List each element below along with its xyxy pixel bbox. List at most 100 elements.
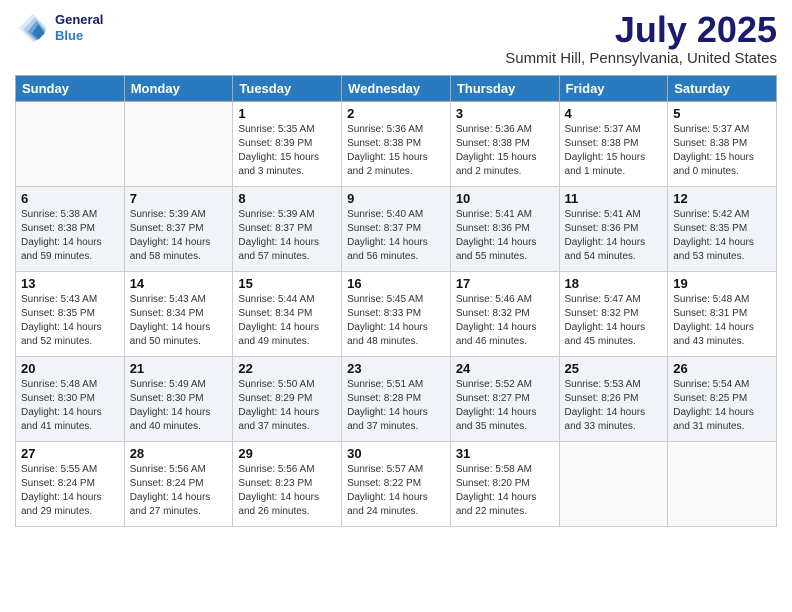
day-detail: Sunrise: 5:39 AMSunset: 8:37 PMDaylight:… (238, 208, 336, 264)
day-detail: Sunrise: 5:54 AMSunset: 8:25 PMDaylight:… (673, 378, 771, 434)
day-detail: Sunrise: 5:50 AMSunset: 8:29 PMDaylight:… (238, 378, 336, 434)
day-number: 10 (456, 191, 554, 206)
day-detail: Sunrise: 5:37 AMSunset: 8:38 PMDaylight:… (673, 123, 771, 179)
day-number: 15 (238, 276, 336, 291)
calendar-cell: 23 Sunrise: 5:51 AMSunset: 8:28 PMDayligh… (342, 356, 451, 441)
day-number: 23 (347, 361, 445, 376)
calendar-cell: 14 Sunrise: 5:43 AMSunset: 8:34 PMDayligh… (124, 271, 233, 356)
calendar-cell: 11 Sunrise: 5:41 AMSunset: 8:36 PMDayligh… (559, 186, 668, 271)
day-number: 22 (238, 361, 336, 376)
calendar-cell: 31 Sunrise: 5:58 AMSunset: 8:20 PMDayligh… (450, 441, 559, 526)
calendar-week-row: 1 Sunrise: 5:35 AMSunset: 8:39 PMDaylight… (16, 101, 777, 186)
day-number: 14 (130, 276, 228, 291)
day-number: 6 (21, 191, 119, 206)
calendar-cell: 4 Sunrise: 5:37 AMSunset: 8:38 PMDaylight… (559, 101, 668, 186)
logo-text: General Blue (55, 12, 103, 43)
day-detail: Sunrise: 5:35 AMSunset: 8:39 PMDaylight:… (238, 123, 336, 179)
day-number: 7 (130, 191, 228, 206)
calendar-cell: 24 Sunrise: 5:52 AMSunset: 8:27 PMDayligh… (450, 356, 559, 441)
day-number: 17 (456, 276, 554, 291)
day-number: 24 (456, 361, 554, 376)
calendar-header-wednesday: Wednesday (342, 75, 451, 101)
day-number: 26 (673, 361, 771, 376)
calendar-cell: 12 Sunrise: 5:42 AMSunset: 8:35 PMDayligh… (668, 186, 777, 271)
calendar-cell (668, 441, 777, 526)
calendar-cell (559, 441, 668, 526)
day-number: 8 (238, 191, 336, 206)
day-detail: Sunrise: 5:48 AMSunset: 8:31 PMDaylight:… (673, 293, 771, 349)
page-title: July 2025 (505, 10, 777, 50)
calendar-cell: 7 Sunrise: 5:39 AMSunset: 8:37 PMDaylight… (124, 186, 233, 271)
calendar-cell: 1 Sunrise: 5:35 AMSunset: 8:39 PMDaylight… (233, 101, 342, 186)
calendar-header-row: SundayMondayTuesdayWednesdayThursdayFrid… (16, 75, 777, 101)
calendar-cell: 18Sunrise: 5:47 AMSunset: 8:32 PMDayligh… (559, 271, 668, 356)
day-number: 12 (673, 191, 771, 206)
day-number: 18 (565, 276, 663, 291)
day-detail: Sunrise: 5:49 AMSunset: 8:30 PMDaylight:… (130, 378, 228, 434)
logo-line1: General (55, 12, 103, 28)
title-area: July 2025 Summit Hill, Pennsylvania, Uni… (505, 10, 777, 67)
page-subtitle: Summit Hill, Pennsylvania, United States (505, 50, 777, 67)
calendar-cell: 27Sunrise: 5:55 AMSunset: 8:24 PMDayligh… (16, 441, 125, 526)
day-detail: Sunrise: 5:53 AMSunset: 8:26 PMDaylight:… (565, 378, 663, 434)
day-number: 13 (21, 276, 119, 291)
day-detail: Sunrise: 5:45 AMSunset: 8:33 PMDaylight:… (347, 293, 445, 349)
day-detail: Sunrise: 5:41 AMSunset: 8:36 PMDaylight:… (456, 208, 554, 264)
calendar-header-sunday: Sunday (16, 75, 125, 101)
day-number: 27 (21, 446, 119, 461)
calendar-cell: 10 Sunrise: 5:41 AMSunset: 8:36 PMDayligh… (450, 186, 559, 271)
calendar-cell: 29Sunrise: 5:56 AMSunset: 8:23 PMDayligh… (233, 441, 342, 526)
calendar-header-friday: Friday (559, 75, 668, 101)
day-detail: Sunrise: 5:36 AMSunset: 8:38 PMDaylight:… (456, 123, 554, 179)
calendar-cell: 9 Sunrise: 5:40 AMSunset: 8:37 PMDaylight… (342, 186, 451, 271)
day-detail: Sunrise: 5:40 AMSunset: 8:37 PMDaylight:… (347, 208, 445, 264)
logo-line2: Blue (55, 28, 103, 44)
calendar-cell: 28Sunrise: 5:56 AMSunset: 8:24 PMDayligh… (124, 441, 233, 526)
day-detail: Sunrise: 5:52 AMSunset: 8:27 PMDaylight:… (456, 378, 554, 434)
day-detail: Sunrise: 5:43 AMSunset: 8:34 PMDaylight:… (130, 293, 228, 349)
day-number: 11 (565, 191, 663, 206)
calendar-week-row: 13 Sunrise: 5:43 AMSunset: 8:35 PMDayligh… (16, 271, 777, 356)
day-number: 2 (347, 106, 445, 121)
day-detail: Sunrise: 5:57 AMSunset: 8:22 PMDaylight:… (347, 463, 445, 519)
day-number: 16 (347, 276, 445, 291)
calendar-cell: 21 Sunrise: 5:49 AMSunset: 8:30 PMDayligh… (124, 356, 233, 441)
logo: General Blue (15, 10, 103, 46)
day-detail: Sunrise: 5:39 AMSunset: 8:37 PMDaylight:… (130, 208, 228, 264)
logo-icon (15, 10, 51, 46)
day-number: 20 (21, 361, 119, 376)
day-detail: Sunrise: 5:37 AMSunset: 8:38 PMDaylight:… (565, 123, 663, 179)
calendar-cell: 17 Sunrise: 5:46 AMSunset: 8:32 PMDayligh… (450, 271, 559, 356)
calendar-cell: 20Sunrise: 5:48 AMSunset: 8:30 PMDayligh… (16, 356, 125, 441)
calendar-cell (124, 101, 233, 186)
header: General Blue July 2025 Summit Hill, Penn… (15, 10, 777, 67)
day-number: 28 (130, 446, 228, 461)
calendar-header-thursday: Thursday (450, 75, 559, 101)
calendar-cell: 13 Sunrise: 5:43 AMSunset: 8:35 PMDayligh… (16, 271, 125, 356)
calendar-week-row: 6Sunrise: 5:38 AMSunset: 8:38 PMDaylight… (16, 186, 777, 271)
day-number: 29 (238, 446, 336, 461)
calendar-cell: 3 Sunrise: 5:36 AMSunset: 8:38 PMDaylight… (450, 101, 559, 186)
day-detail: Sunrise: 5:51 AMSunset: 8:28 PMDaylight:… (347, 378, 445, 434)
day-number: 4 (565, 106, 663, 121)
calendar-cell (16, 101, 125, 186)
day-detail: Sunrise: 5:42 AMSunset: 8:35 PMDaylight:… (673, 208, 771, 264)
calendar-cell: 25Sunrise: 5:53 AMSunset: 8:26 PMDayligh… (559, 356, 668, 441)
day-detail: Sunrise: 5:43 AMSunset: 8:35 PMDaylight:… (21, 293, 119, 349)
day-detail: Sunrise: 5:58 AMSunset: 8:20 PMDaylight:… (456, 463, 554, 519)
day-number: 9 (347, 191, 445, 206)
day-number: 3 (456, 106, 554, 121)
calendar-cell: 19 Sunrise: 5:48 AMSunset: 8:31 PMDayligh… (668, 271, 777, 356)
calendar-cell: 5Sunrise: 5:37 AMSunset: 8:38 PMDaylight… (668, 101, 777, 186)
calendar-cell: 15Sunrise: 5:44 AMSunset: 8:34 PMDayligh… (233, 271, 342, 356)
day-detail: Sunrise: 5:46 AMSunset: 8:32 PMDaylight:… (456, 293, 554, 349)
calendar-cell: 30Sunrise: 5:57 AMSunset: 8:22 PMDayligh… (342, 441, 451, 526)
day-detail: Sunrise: 5:41 AMSunset: 8:36 PMDaylight:… (565, 208, 663, 264)
day-number: 19 (673, 276, 771, 291)
calendar-cell: 8 Sunrise: 5:39 AMSunset: 8:37 PMDaylight… (233, 186, 342, 271)
calendar-week-row: 20Sunrise: 5:48 AMSunset: 8:30 PMDayligh… (16, 356, 777, 441)
day-number: 21 (130, 361, 228, 376)
calendar-cell: 16 Sunrise: 5:45 AMSunset: 8:33 PMDayligh… (342, 271, 451, 356)
day-number: 1 (238, 106, 336, 121)
day-number: 31 (456, 446, 554, 461)
